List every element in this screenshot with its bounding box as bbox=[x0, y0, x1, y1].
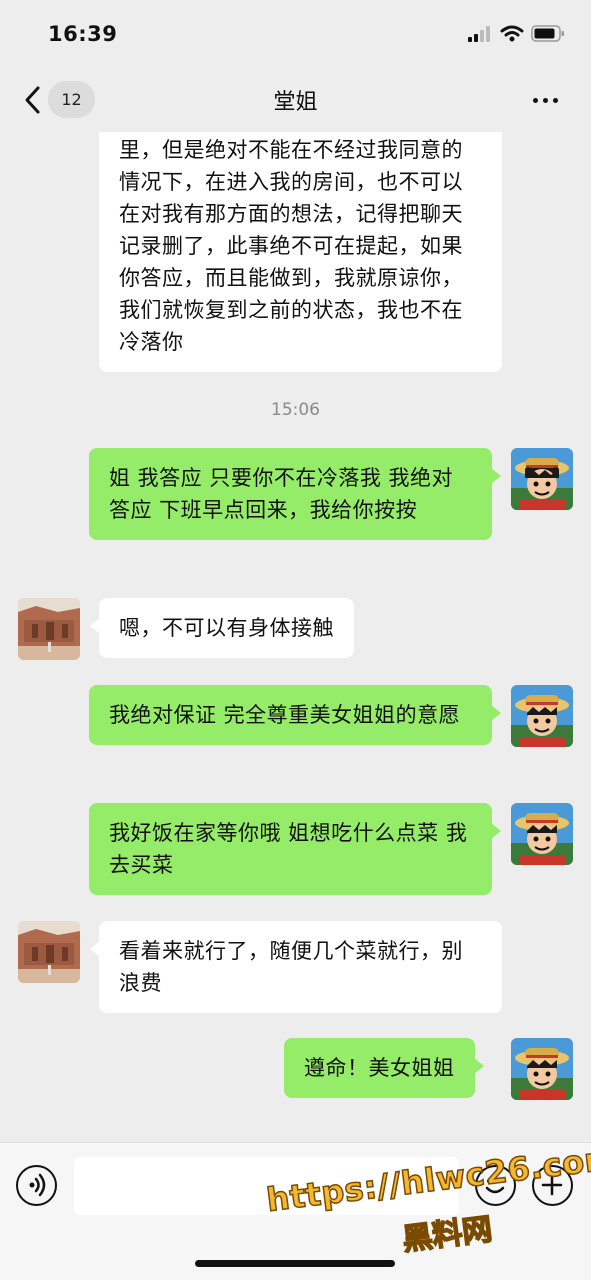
message-bubble-sent[interactable]: 姐 我答应 只要你不在冷落我 我绝对答应 下班早点回来，我给你按按 bbox=[89, 448, 501, 540]
timestamp: 15:06 bbox=[271, 400, 320, 420]
chat-area[interactable]: 里，但是绝对不能在不经过我同意的情况下，在进入我的房间，也不可以在对我有那方面的… bbox=[0, 132, 591, 1142]
more-icon[interactable] bbox=[530, 88, 562, 112]
home-indicator[interactable] bbox=[195, 1260, 395, 1267]
nav-bar: 12 堂姐 bbox=[0, 70, 591, 132]
message-bubble-sent[interactable]: 遵命！美女姐姐 bbox=[284, 1038, 483, 1098]
status-time: 16:39 bbox=[48, 22, 118, 46]
self-avatar[interactable] bbox=[511, 803, 573, 865]
voice-icon[interactable] bbox=[16, 1165, 57, 1206]
contact-avatar[interactable] bbox=[18, 598, 80, 660]
contact-avatar-image bbox=[18, 598, 80, 660]
chat-title: 堂姐 bbox=[273, 90, 318, 115]
message-bubble-sent[interactable]: 我好饭在家等你哦 姐想吃什么点菜 我去买菜 bbox=[89, 803, 501, 895]
message-bubble-received[interactable]: 看着来就行了，随便几个菜就行，别浪费 bbox=[90, 921, 502, 1013]
message-input[interactable] bbox=[74, 1157, 459, 1215]
self-avatar[interactable] bbox=[511, 448, 573, 510]
self-avatar-image bbox=[511, 448, 573, 510]
contact-avatar[interactable] bbox=[18, 921, 80, 983]
wifi-icon bbox=[500, 25, 524, 43]
status-bar: 16:39 bbox=[0, 0, 591, 70]
self-avatar[interactable] bbox=[511, 685, 573, 747]
message-bubble-received[interactable]: 嗯，不可以有身体接触 bbox=[90, 598, 354, 658]
self-avatar[interactable] bbox=[511, 1038, 573, 1100]
emoji-icon[interactable] bbox=[475, 1165, 516, 1206]
signal-icon bbox=[468, 26, 492, 42]
message-bubble-sent[interactable]: 我绝对保证 完全尊重美女姐姐的意愿 bbox=[89, 685, 501, 745]
message-bubble-received[interactable]: 里，但是绝对不能在不经过我同意的情况下，在进入我的房间，也不可以在对我有那方面的… bbox=[99, 132, 502, 372]
add-icon[interactable] bbox=[532, 1165, 573, 1206]
battery-icon bbox=[531, 25, 565, 42]
